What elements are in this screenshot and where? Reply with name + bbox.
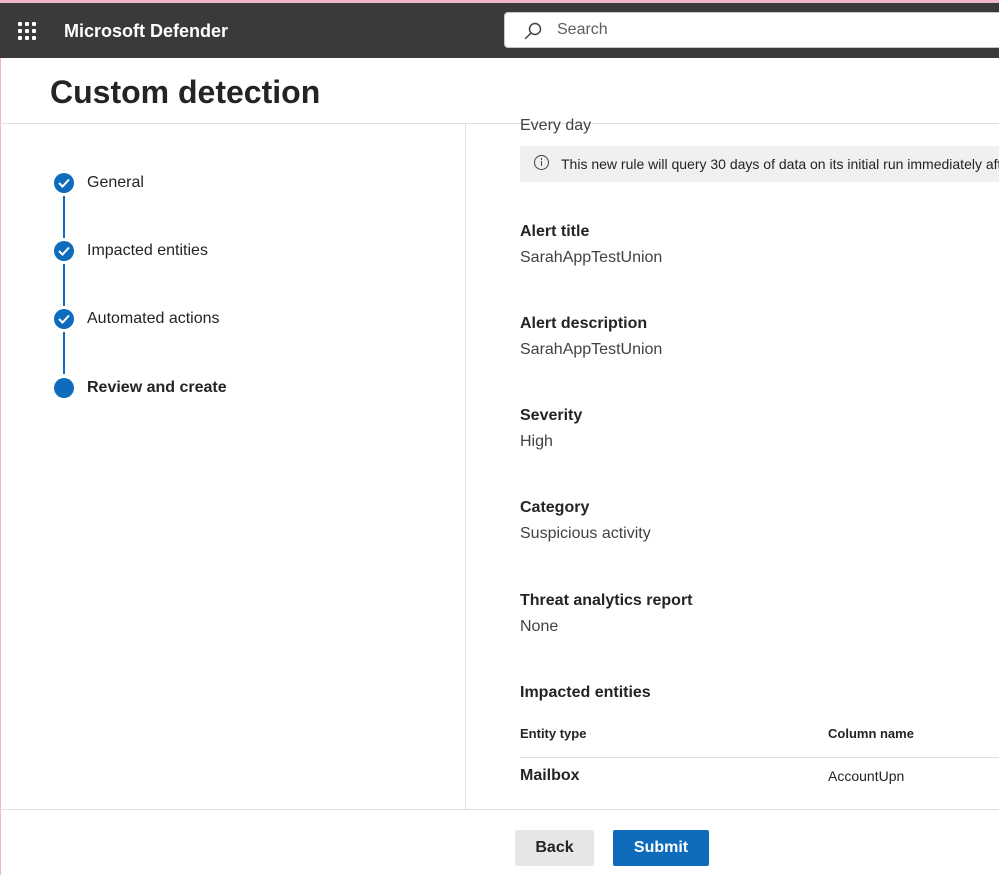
step-label: Impacted entities [87,242,208,259]
field-label: Threat analytics report [520,592,693,609]
impacted-entities-section: Impacted entities [520,684,651,702]
table-cell-column-name: AccountUpn [828,768,905,784]
field-value: High [520,433,553,450]
submit-button[interactable]: Submit [613,830,709,866]
step-completed-icon [54,173,74,193]
header-divider [0,123,999,124]
field-label: Alert description [520,315,648,332]
alert-title-section: Alert title SarahAppTestUnion [520,223,662,267]
severity-section: Severity High [520,407,582,451]
column-header-entity-type: Entity type [520,726,587,741]
search-icon [524,22,542,40]
step-completed-icon [54,309,74,329]
step-label: General [87,174,144,191]
window-edge-left [0,0,1,875]
app-launcher-icon[interactable] [18,22,36,40]
info-message-bar: This new rule will query 30 days of data… [520,146,999,182]
top-bar: Microsoft Defender [0,3,999,58]
info-icon [534,155,549,170]
section-title: Impacted entities [520,684,651,701]
category-section: Category Suspicious activity [520,499,651,543]
alert-description-section: Alert description SarahAppTestUnion [520,315,662,359]
search-input[interactable] [555,20,959,40]
table-divider [520,757,999,758]
back-button[interactable]: Back [515,830,594,866]
table-cell-entity-type: Mailbox [520,767,580,784]
footer-divider [0,809,999,810]
step-label: Review and create [87,379,227,396]
field-label: Category [520,499,590,516]
step-label: Automated actions [87,310,220,327]
field-value: SarahAppTestUnion [520,249,663,266]
checkmark-icon [58,178,70,188]
step-connector [63,196,65,238]
field-label: Alert title [520,223,590,240]
checkmark-icon [58,314,70,324]
pane-divider [465,124,466,810]
step-current-icon [54,378,74,398]
field-value: Suspicious activity [520,525,651,542]
step-connector [63,332,65,374]
step-completed-icon [54,241,74,261]
threat-report-section: Threat analytics report None [520,592,693,636]
field-value: None [520,618,559,635]
step-connector [63,264,65,306]
field-label: Severity [520,407,583,424]
app-title[interactable]: Microsoft Defender [64,21,228,42]
field-value: SarahAppTestUnion [520,341,663,358]
frequency-value: Every day [520,117,592,134]
info-message: This new rule will query 30 days of data… [561,156,999,172]
page-title: Custom detection [50,74,321,110]
search-box[interactable] [504,12,999,48]
checkmark-icon [58,246,70,256]
column-header-column-name: Column name [828,726,914,741]
